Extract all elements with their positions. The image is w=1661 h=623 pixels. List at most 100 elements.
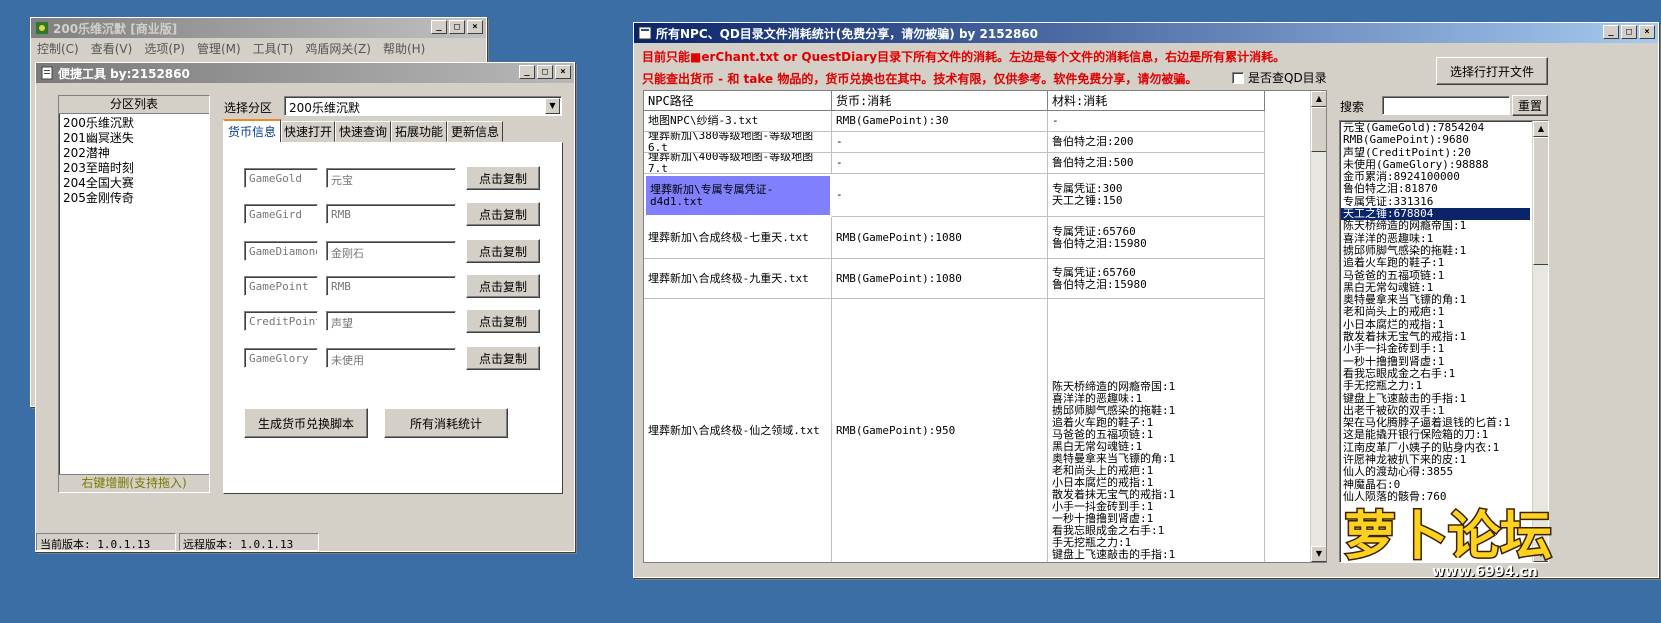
menu-view[interactable]: 查看(V) <box>91 40 133 57</box>
totals-list-item[interactable]: 老和尚头上的戒疤:1 <box>1341 306 1530 319</box>
totals-list-item[interactable]: 鲁伯特之泪:81870 <box>1341 183 1530 196</box>
table-cell-currency[interactable]: RMB(GamePoint):1080 <box>832 259 1048 299</box>
totals-list-item[interactable]: 仙人的渡劫心得:3855 <box>1341 466 1530 479</box>
scroll-down-arrow[interactable]: ▼ <box>1311 546 1326 562</box>
copy-button[interactable]: 点击复制 <box>466 274 540 298</box>
menu-gateway[interactable]: 鸡盾网关(Z) <box>305 40 371 57</box>
totals-list-item[interactable]: 这是能撬开银行保险箱的刀:1 <box>1341 429 1530 442</box>
copy-button[interactable]: 点击复制 <box>466 202 540 226</box>
close-button[interactable]: × <box>467 20 483 34</box>
minimize-button[interactable]: _ <box>519 65 535 79</box>
currency-code-field[interactable]: GamePoint <box>244 276 318 296</box>
scroll-thumb[interactable] <box>1533 137 1548 265</box>
column-header[interactable]: 材料:消耗 <box>1048 91 1265 111</box>
table-cell-material[interactable]: - <box>1048 111 1265 132</box>
menu-tools[interactable]: 工具(T) <box>253 40 294 57</box>
partition-item[interactable]: 203至暗时刻 <box>63 161 205 176</box>
totals-list-item[interactable]: 追着火车跑的鞋子:1 <box>1341 256 1530 269</box>
stats-table[interactable]: NPC路径 货币:消耗 材料:消耗 地图NPC\纱绡-3.txt RMB(GamePoi… <box>643 90 1327 563</box>
open-file-button[interactable]: 选择行打开文件 <box>1436 57 1548 85</box>
copy-button[interactable]: 点击复制 <box>466 346 540 370</box>
table-cell-currency[interactable]: RMB(GamePoint):30 <box>832 111 1048 132</box>
menu-options[interactable]: 选项(P) <box>144 40 185 57</box>
table-cell-currency[interactable]: - <box>832 153 1048 174</box>
tab-updates[interactable]: 更新信息 <box>447 121 503 142</box>
currency-code-field[interactable]: GameGird <box>244 204 318 224</box>
minimize-button[interactable]: _ <box>431 20 447 34</box>
partition-item[interactable]: 201幽冥迷失 <box>63 131 205 146</box>
partition-list-header[interactable]: 分区列表 <box>59 96 209 114</box>
maximize-button[interactable]: □ <box>1621 25 1637 39</box>
table-cell-material[interactable]: 专属凭证:65760 鲁伯特之泪:15980 <box>1048 217 1265 259</box>
currency-code-field[interactable]: CreditPoint <box>244 311 318 331</box>
currency-name-field[interactable]: 金刚石 <box>326 241 456 261</box>
reset-button[interactable]: 重置 <box>1512 95 1548 116</box>
table-cell-currency[interactable]: RMB(GamePoint):1080 <box>832 217 1048 259</box>
totals-list-item[interactable]: 键盘上飞速敲击的手指:1 <box>1341 392 1530 405</box>
scroll-up-arrow[interactable]: ▲ <box>1533 121 1548 137</box>
close-button[interactable]: × <box>1639 25 1655 39</box>
main-window-titlebar[interactable]: 200乐维沉默 [商业版] _ □ × <box>31 18 486 38</box>
table-cell-currency[interactable]: - <box>832 132 1048 153</box>
currency-name-field[interactable]: 声望 <box>326 311 456 331</box>
column-header[interactable]: NPC路径 <box>644 91 832 111</box>
table-cell-material[interactable]: 鲁伯特之泪:200 <box>1048 132 1265 153</box>
table-cell-path[interactable]: 地图NPC\纱绡-3.txt <box>644 111 832 132</box>
menu-manage[interactable]: 管理(M) <box>197 40 241 57</box>
table-cell-currency[interactable]: - <box>832 174 1048 217</box>
tab-extensions[interactable]: 拓展功能 <box>391 121 447 142</box>
minimize-button[interactable]: _ <box>1603 25 1619 39</box>
checkbox-box[interactable] <box>1232 71 1244 84</box>
table-cell-material[interactable]: 陈天桥缔造的网瘾帝国:1 喜洋洋的恶趣味:1 掳邱师脚气感染的拖鞋:1 追着火车… <box>1048 299 1265 562</box>
tab-currency[interactable]: 货币信息 <box>223 119 281 143</box>
partition-item[interactable]: 202潜神 <box>63 146 205 161</box>
totals-list-item[interactable]: 手无挖瓶之力:1 <box>1341 379 1530 392</box>
table-cell-path[interactable]: 埋葬新加\合成终极-九重天.txt <box>644 259 832 299</box>
currency-name-field[interactable]: 元宝 <box>326 168 456 188</box>
currency-name-field[interactable]: RMB <box>326 276 456 296</box>
menu-control[interactable]: 控制(C) <box>37 40 79 57</box>
currency-name-field[interactable]: 未使用 <box>326 348 456 368</box>
totals-list-item[interactable]: 陈天桥缔造的网瘾帝国:1 <box>1341 220 1530 233</box>
menu-help[interactable]: 帮助(H) <box>383 40 425 57</box>
partition-item[interactable]: 205金刚传奇 <box>63 191 205 206</box>
copy-button[interactable]: 点击复制 <box>466 309 540 333</box>
table-scrollbar[interactable]: ▲ ▼ <box>1310 91 1326 562</box>
totals-list-item[interactable]: 马爸爸的五福项链:1 <box>1341 269 1530 282</box>
currency-code-field[interactable]: GameGlory <box>244 348 318 368</box>
totals-list-item[interactable]: RMB(GamePoint):9680 <box>1341 133 1530 146</box>
table-cell-path[interactable]: 埋葬新加\合成终极-仙之领域.txt <box>644 299 832 562</box>
table-cell-material[interactable]: 专属凭证:65760 鲁伯特之泪:15980 <box>1048 259 1265 299</box>
copy-button[interactable]: 点击复制 <box>466 239 540 263</box>
table-cell-material[interactable]: 鲁伯特之泪:500 <box>1048 153 1265 174</box>
qd-checkbox[interactable]: 是否查QD目录 <box>1232 69 1327 86</box>
currency-name-field[interactable]: RMB <box>326 204 456 224</box>
all-stats-button[interactable]: 所有消耗统计 <box>384 408 508 438</box>
generate-script-button[interactable]: 生成货币兑换脚本 <box>244 408 368 438</box>
scroll-thumb[interactable] <box>1311 107 1326 152</box>
close-button[interactable]: × <box>555 65 571 79</box>
column-header[interactable]: 货币:消耗 <box>832 91 1048 111</box>
partition-select[interactable]: 200乐维沉默 ▼ <box>284 96 562 116</box>
table-cell-currency[interactable]: RMB(GamePoint):950 <box>832 299 1048 562</box>
tab-quick-query[interactable]: 快速查询 <box>335 121 391 142</box>
maximize-button[interactable]: □ <box>449 20 465 34</box>
table-cell-path[interactable]: 埋葬新加\380等级地图-等级地图6.t <box>644 132 832 153</box>
table-cell-path[interactable]: 埋葬新加\专属专属凭证-d4d1.txt <box>644 174 832 217</box>
copy-button[interactable]: 点击复制 <box>466 166 540 190</box>
currency-code-field[interactable]: GameDiamond <box>244 241 318 261</box>
scroll-up-arrow[interactable]: ▲ <box>1311 91 1326 107</box>
table-cell-material[interactable]: 专属凭证:300 天工之锤:150 <box>1048 174 1265 217</box>
totals-list-item[interactable]: 小手一抖金砖到手:1 <box>1341 343 1530 356</box>
partition-list[interactable]: 分区列表 200乐维沉默 201幽冥迷失 202潜神 203至暗时刻 204全国大赛 20… <box>58 95 210 493</box>
partition-item[interactable]: 200乐维沉默 <box>63 116 205 131</box>
partition-item[interactable]: 204全国大赛 <box>63 176 205 191</box>
tab-quick-open[interactable]: 快速打开 <box>281 121 335 142</box>
table-cell-path[interactable]: 埋葬新加\400等级地图-等级地图7.t <box>644 153 832 174</box>
currency-code-field[interactable]: GameGold <box>244 168 318 188</box>
stats-window-titlebar[interactable]: 所有NPC、QD目录文件消耗统计(免费分享，请勿被骗) by 2152860 _… <box>634 23 1658 43</box>
tools-window-titlebar[interactable]: 便捷工具 by:2152860 _ □ × <box>36 63 574 83</box>
search-input[interactable] <box>1382 96 1510 115</box>
chevron-down-icon[interactable]: ▼ <box>545 98 560 114</box>
maximize-button[interactable]: □ <box>537 65 553 79</box>
